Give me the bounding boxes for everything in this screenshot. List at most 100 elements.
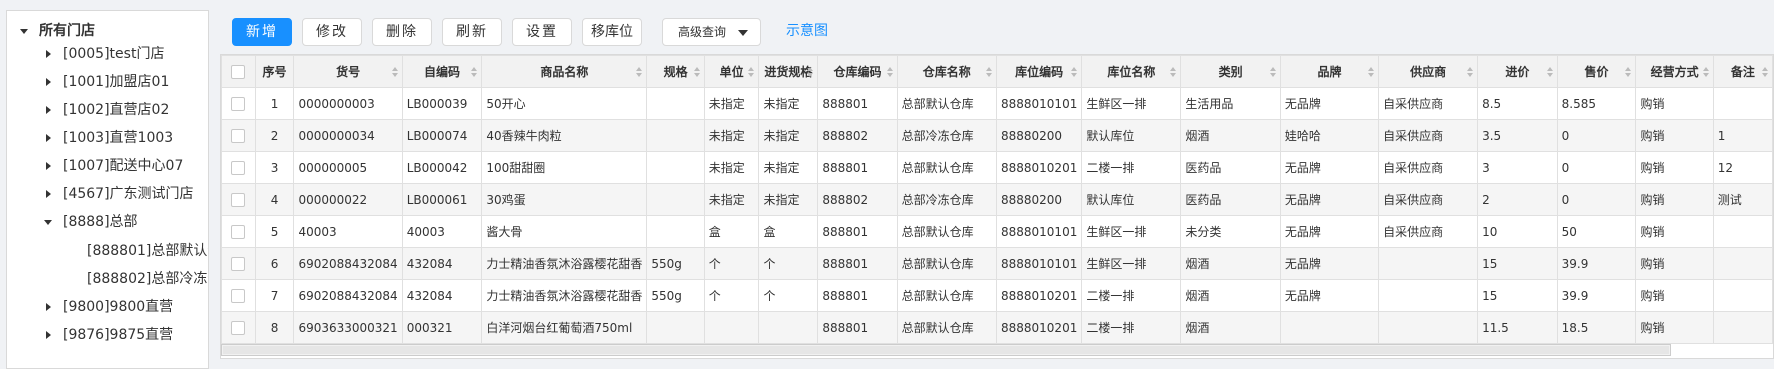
- tree-item[interactable]: [1001]加盟店01: [63, 71, 169, 93]
- row-select-cell: [221, 311, 256, 344]
- caret-down-icon[interactable]: [20, 29, 28, 34]
- sort-icon[interactable]: [636, 67, 643, 77]
- column-header-label: 类别: [1218, 65, 1243, 79]
- row-checkbox[interactable]: [231, 288, 246, 303]
- scrollbar-thumb[interactable]: [223, 346, 1669, 354]
- column-header[interactable]: 单位: [703, 55, 760, 88]
- sort-icon[interactable]: [1071, 67, 1078, 77]
- table-cell: 未指定: [703, 183, 760, 216]
- table-row[interactable]: 3 000000005 LB000042 100甜甜圈 未指定 未指定 888801 总部默认…: [221, 151, 1773, 184]
- tree-item[interactable]: [9800]9800直营: [63, 296, 173, 318]
- sort-icon[interactable]: [807, 67, 814, 77]
- table-row[interactable]: 4 000000022 LB000061 30鸡蛋 未指定 未指定 888802 总部冷冻仓库…: [221, 183, 1773, 216]
- row-checkbox[interactable]: [231, 256, 246, 271]
- select-all-checkbox[interactable]: [231, 64, 246, 79]
- sort-icon[interactable]: [1170, 67, 1177, 77]
- row-checkbox[interactable]: [231, 128, 246, 143]
- row-checkbox[interactable]: [231, 320, 246, 335]
- caret-right-icon[interactable]: [46, 303, 51, 311]
- select-all-header[interactable]: [221, 55, 256, 88]
- column-header[interactable]: 库位编码: [995, 55, 1083, 88]
- row-checkbox[interactable]: [231, 96, 246, 111]
- table-cell: 550g: [646, 247, 705, 280]
- column-header[interactable]: 仓库名称: [896, 55, 997, 88]
- row-checkbox[interactable]: [231, 224, 246, 239]
- tree-item[interactable]: [0005]test门店: [63, 43, 164, 65]
- table-row[interactable]: 6 6902088432084 432084 力士精油香氛沐浴露樱花甜香 550g 个个 8…: [221, 247, 1773, 280]
- sort-icon[interactable]: [985, 67, 992, 77]
- table-cell: 11.5: [1477, 311, 1558, 344]
- sort-icon[interactable]: [1467, 67, 1474, 77]
- table-cell: 100甜甜圈: [481, 151, 648, 184]
- sort-icon[interactable]: [471, 67, 478, 77]
- table-row[interactable]: 5 40003 40003 酱大骨盒盒 888801 总部默认仓库 8888010101 生鲜…: [221, 215, 1773, 248]
- column-header[interactable]: 自编码: [401, 55, 483, 88]
- table-row[interactable]: 2 0000000034 LB000074 40香辣牛肉粒 未指定 未指定 888802 总部…: [221, 119, 1773, 152]
- table-row[interactable]: 8 6903633000321 000321 白洋河烟台红葡萄酒750ml 888801…: [221, 311, 1773, 344]
- sort-icon[interactable]: [1546, 67, 1553, 77]
- caret-right-icon[interactable]: [46, 134, 51, 142]
- row-number: 3: [254, 151, 295, 184]
- column-header-label: 自编码: [424, 65, 461, 79]
- table-row[interactable]: 7 6902088432084 432084 力士精油香氛沐浴露樱花甜香 550g 个个 8…: [221, 279, 1773, 312]
- tree-item[interactable]: [888801]总部默认仓: [87, 240, 208, 262]
- delete-button[interactable]: 删除: [372, 18, 432, 46]
- column-header[interactable]: 库位名称: [1081, 55, 1182, 88]
- sort-icon[interactable]: [1762, 67, 1768, 77]
- sort-icon[interactable]: [391, 67, 398, 77]
- tree-item[interactable]: [888802]总部冷冻仓: [87, 268, 208, 290]
- tree-item[interactable]: [1007]配送中心07: [63, 155, 183, 177]
- tree-item[interactable]: [8888]总部: [63, 211, 138, 233]
- table-row[interactable]: 1 0000000003 LB000039 50开心 未指定 未指定 888801 总部默认仓…: [221, 87, 1773, 120]
- column-header[interactable]: 货号: [293, 55, 403, 88]
- diagram-link[interactable]: 示意图: [772, 18, 842, 46]
- caret-right-icon[interactable]: [46, 190, 51, 198]
- horizontal-scrollbar[interactable]: [221, 344, 1671, 356]
- caret-right-icon[interactable]: [46, 50, 51, 58]
- row-select-cell: [221, 215, 256, 248]
- table-cell: 888801: [817, 279, 898, 312]
- column-header[interactable]: 商品名称: [481, 55, 648, 88]
- move-location-button[interactable]: 移库位: [582, 18, 642, 46]
- column-header[interactable]: 序号: [254, 55, 295, 88]
- column-header[interactable]: 进货规格: [758, 55, 819, 88]
- caret-down-icon[interactable]: [44, 220, 52, 225]
- row-checkbox[interactable]: [231, 192, 246, 207]
- column-header[interactable]: 备注: [1712, 55, 1773, 88]
- tree-root-all-stores[interactable]: 所有门店: [39, 20, 95, 42]
- table-cell: 盒: [703, 215, 760, 248]
- table-cell: 50: [1556, 215, 1637, 248]
- sort-icon[interactable]: [693, 67, 700, 77]
- column-header[interactable]: 供应商: [1378, 55, 1479, 88]
- sort-icon[interactable]: [1702, 67, 1709, 77]
- tree-item[interactable]: [1002]直营店02: [63, 99, 169, 121]
- tree-item[interactable]: [9876]9875直营: [63, 324, 173, 346]
- row-checkbox[interactable]: [231, 160, 246, 175]
- advanced-query-dropdown[interactable]: 高级查询: [662, 18, 761, 46]
- tree-item[interactable]: [4567]广东测试门店: [63, 183, 194, 205]
- settings-button[interactable]: 设置: [512, 18, 572, 46]
- sort-icon[interactable]: [886, 67, 893, 77]
- edit-button[interactable]: 修改: [302, 18, 362, 46]
- column-header[interactable]: 仓库编码: [817, 55, 898, 88]
- refresh-button[interactable]: 刷新: [442, 18, 502, 46]
- column-header[interactable]: 类别: [1180, 55, 1281, 88]
- table-cell: 000000005: [293, 151, 403, 184]
- row-number: 5: [254, 215, 295, 248]
- column-header[interactable]: 经营方式: [1635, 55, 1714, 88]
- caret-right-icon[interactable]: [46, 331, 51, 339]
- add-button[interactable]: 新增: [232, 18, 292, 46]
- column-header[interactable]: 规格: [646, 55, 705, 88]
- tree-item[interactable]: [1003]直营1003: [63, 127, 173, 149]
- sort-icon[interactable]: [1625, 67, 1632, 77]
- table-cell: 力士精油香氛沐浴露樱花甜香: [481, 247, 648, 280]
- caret-right-icon[interactable]: [46, 162, 51, 170]
- column-header[interactable]: 品牌: [1279, 55, 1380, 88]
- column-header[interactable]: 售价: [1556, 55, 1637, 88]
- caret-right-icon[interactable]: [46, 78, 51, 86]
- sort-icon[interactable]: [748, 67, 755, 77]
- sort-icon[interactable]: [1269, 67, 1276, 77]
- sort-icon[interactable]: [1368, 67, 1375, 77]
- caret-right-icon[interactable]: [46, 106, 51, 114]
- column-header[interactable]: 进价: [1477, 55, 1558, 88]
